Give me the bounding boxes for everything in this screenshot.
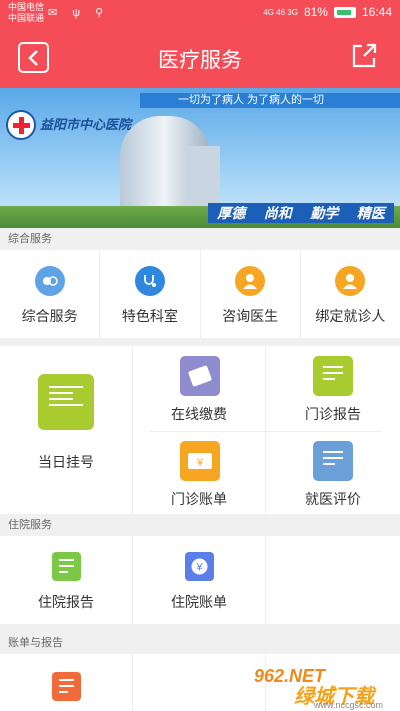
motto-word: 勤学: [310, 205, 339, 221]
register-icon: [38, 374, 94, 430]
online-payment-item[interactable]: 在线缴费: [133, 346, 266, 431]
clock: 16:44: [361, 5, 392, 19]
payment-icon: [180, 356, 220, 396]
doctor-icon: [235, 266, 266, 296]
banner-slogan: 一切为了病人 为了病人的一切: [140, 93, 400, 108]
status-right: 4G 46 3G 81% 16:44: [263, 5, 392, 19]
banner-motto: 厚德 尚和 勤学 精医: [208, 203, 394, 223]
watermark-url: www.nccgsc.com: [314, 700, 384, 710]
status-bar: 中国电信 中国联通 ✉ ψ ⚲ 4G 46 3G 81% 16:44: [0, 0, 400, 26]
report-icon: [52, 552, 81, 581]
svg-text:¥: ¥: [195, 562, 203, 574]
outpatient-report-label: 门诊报告: [305, 406, 361, 422]
section-header-billing: 账单与报告: [0, 632, 400, 654]
special-department-label: 特色科室: [121, 308, 178, 324]
outpatient-bill-label: 门诊账单: [171, 491, 227, 507]
motto-word: 厚德: [217, 205, 246, 221]
carrier-2: 中国联通: [8, 13, 45, 23]
inpatient-grid: 住院报告 ¥ 住院账单: [0, 536, 400, 624]
motto-word: 尚和: [263, 205, 292, 221]
special-department-item[interactable]: 特色科室: [100, 250, 201, 338]
general-service-label: 综合服务: [21, 308, 78, 324]
battery-percent: 81%: [303, 5, 328, 19]
general-service-item[interactable]: 综合服务: [0, 250, 101, 338]
evaluate-item[interactable]: 就医评价: [266, 431, 400, 516]
hospital-name: 益阳市中心医院: [40, 118, 132, 133]
yen-icon: ¥: [185, 552, 214, 581]
empty-cell: [266, 536, 400, 624]
bill-icon: ¥: [180, 441, 220, 481]
carrier-info: 中国电信 中国联通: [8, 2, 44, 24]
hospital-banner[interactable]: 一切为了病人 为了病人的一切 益阳市中心医院 厚德 尚和 勤学 精医: [0, 88, 400, 228]
motto-word: 精医: [356, 205, 385, 221]
report-icon: [313, 356, 353, 396]
stethoscope-icon: [134, 266, 165, 296]
outpatient-report-item[interactable]: 门诊报告: [266, 346, 400, 431]
list-icon: [52, 672, 81, 701]
inpatient-bill-label: 住院账单: [171, 594, 227, 610]
outpatient-grid: 当日挂号 在线缴费 门诊报告 ¥ 门诊账单 就医评价: [0, 346, 400, 516]
evaluate-label: 就医评价: [305, 491, 361, 507]
bind-patient-label: 绑定就诊人: [315, 308, 386, 324]
inpatient-report-item[interactable]: 住院报告: [0, 536, 133, 624]
share-icon: [352, 43, 377, 68]
inpatient-bill-item[interactable]: ¥ 住院账单: [133, 536, 266, 624]
patient-icon: [335, 266, 366, 296]
page-title: 医疗服务: [158, 49, 242, 72]
same-day-register-label: 当日挂号: [38, 454, 94, 470]
section-header-inpatient: 住院服务: [0, 514, 400, 536]
outpatient-bill-item[interactable]: ¥ 门诊账单: [133, 431, 266, 516]
notification-icons: ✉ ψ ⚲: [48, 7, 110, 19]
general-services-grid: 综合服务 特色科室 咨询医生 绑定就诊人: [0, 250, 400, 338]
svg-text:¥: ¥: [196, 457, 204, 469]
evaluate-icon: [313, 441, 353, 481]
people-icon: [34, 266, 65, 296]
online-payment-label: 在线缴费: [171, 406, 227, 422]
battery-icon: [333, 6, 356, 18]
carrier-1: 中国电信: [8, 2, 45, 12]
empty-cell: [133, 654, 266, 711]
section-header-general: 综合服务: [0, 228, 400, 250]
consult-doctor-label: 咨询医生: [222, 308, 279, 324]
watermark-logo: 962.NET 绿城下载 www.nccgsc.com: [254, 660, 394, 710]
nav-bar: 医疗服务: [0, 26, 400, 88]
share-button[interactable]: [350, 42, 378, 70]
inpatient-report-label: 住院报告: [38, 594, 94, 610]
consult-doctor-item[interactable]: 咨询医生: [201, 250, 301, 338]
bind-patient-item[interactable]: 绑定就诊人: [301, 250, 400, 338]
same-day-register-item[interactable]: 当日挂号: [0, 346, 133, 516]
network-indicator: 4G 46 3G: [263, 7, 298, 17]
billing-item[interactable]: [0, 654, 133, 711]
hospital-logo-icon: [6, 110, 36, 140]
